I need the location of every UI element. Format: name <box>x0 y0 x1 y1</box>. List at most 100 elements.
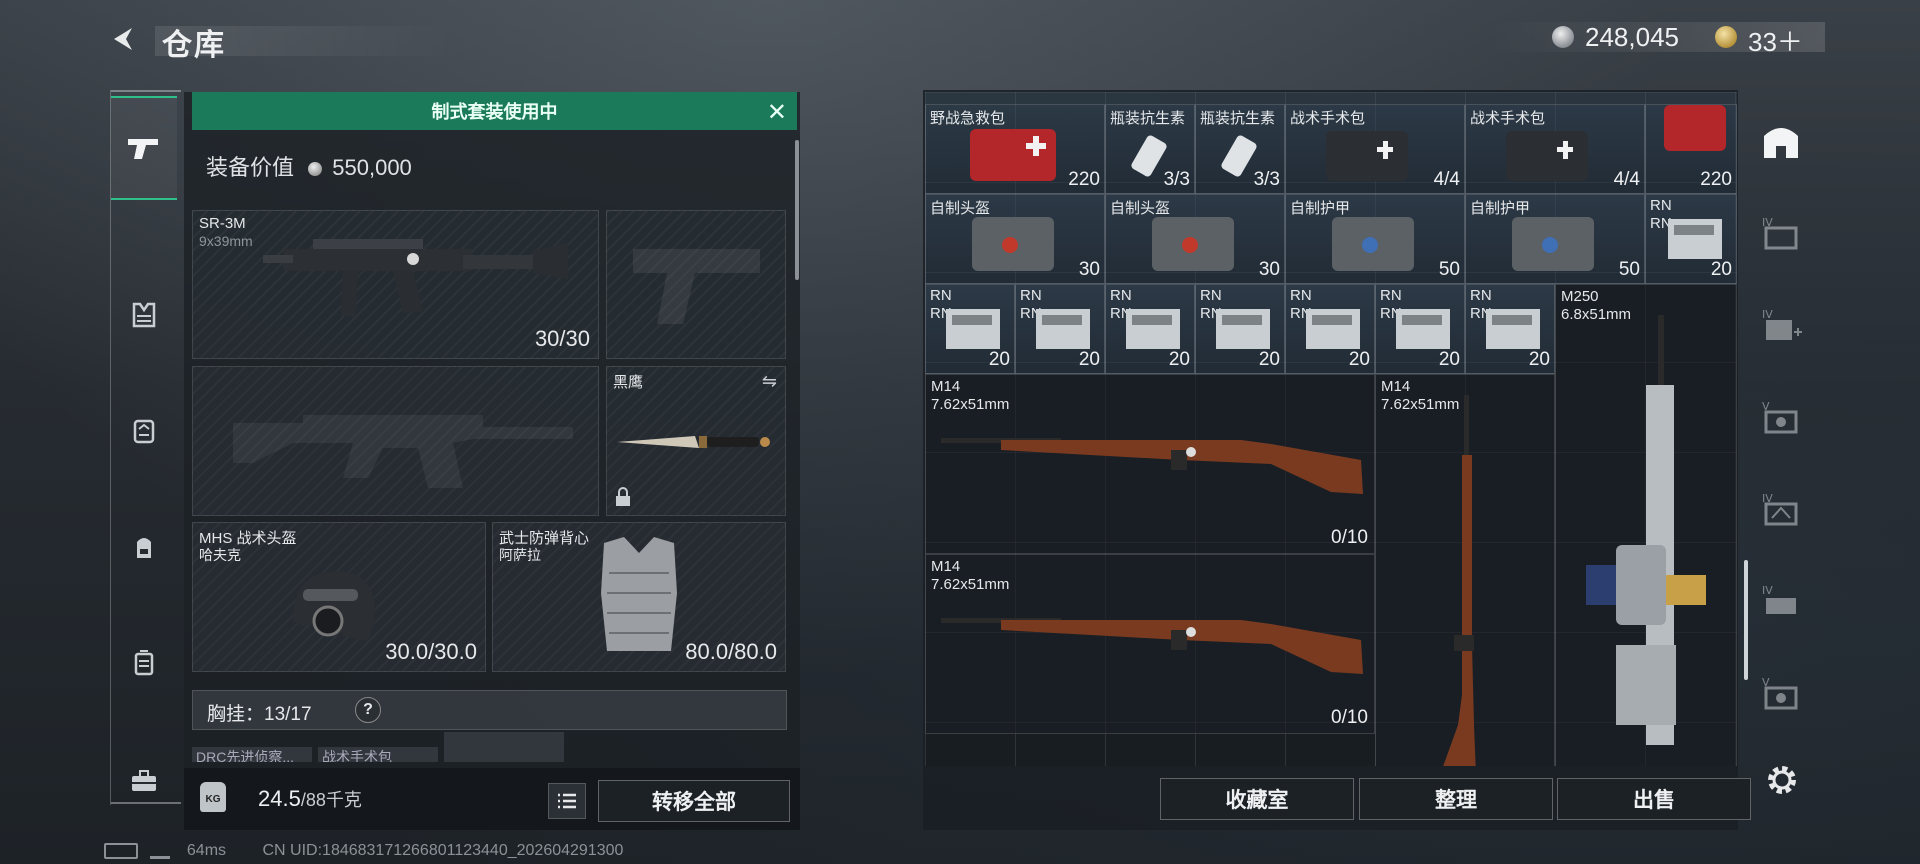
page-title: 仓库 <box>162 29 226 62</box>
tab-backpack[interactable] <box>111 502 177 592</box>
storage-iv-add-icon[interactable]: IV <box>1760 304 1802 346</box>
rig-item[interactable]: 战术手术包 <box>318 747 438 762</box>
settings-icon[interactable] <box>1764 762 1800 798</box>
armor-slot[interactable]: 武士防弹背心 阿萨拉 80.0/80.0 <box>492 522 786 672</box>
helmet-durability: 30.0/30.0 <box>385 639 477 664</box>
user-uid: CN UID:184683171266801123440_20260429130… <box>262 842 624 859</box>
vault-button[interactable]: 收藏室 <box>1160 778 1354 820</box>
ammo-box-icon <box>1126 309 1180 349</box>
item-ammo-box[interactable]: RN RN 20 <box>1285 284 1375 374</box>
item-ammo-box[interactable]: RN RN 20 <box>1015 284 1105 374</box>
item-name: M14 <box>931 558 961 575</box>
item-name: RN <box>1290 287 1312 304</box>
preset-banner: 制式套装使用中 ✕ <box>192 92 797 130</box>
chest-rig-label: 胸挂：13/17 <box>207 704 312 725</box>
item-ammo: 0/10 <box>1331 707 1368 728</box>
tab-toolbox[interactable] <box>111 736 177 826</box>
item-m14-rifle-vertical[interactable]: M14 7.62x51mm <box>1375 374 1555 766</box>
tab-case[interactable] <box>111 618 177 708</box>
item-quantity: 4/4 <box>1613 169 1640 190</box>
item-name: 瓶装抗生素 <box>1110 110 1186 127</box>
storage-iv-c-icon[interactable]: IV <box>1760 580 1802 622</box>
primary-weapon-ammo: 30/30 <box>534 326 590 351</box>
item-first-aid-kit[interactable]: 野战急救包 220 <box>925 104 1105 194</box>
helmet-icon <box>293 571 376 641</box>
item-antibiotic[interactable]: 瓶装抗生素 3/3 <box>1195 104 1285 194</box>
helmet-slot[interactable]: MHS 战术头盔 哈夫克 30.0/30.0 <box>192 522 486 672</box>
surgical-kit-icon <box>1506 131 1588 181</box>
transfer-all-button[interactable]: 转移全部 <box>598 780 790 822</box>
item-m250-lmg[interactable]: M250 6.8x51mm <box>1555 284 1737 766</box>
carry-weight-max: /88千克 <box>300 790 362 810</box>
sell-button[interactable]: 出售 <box>1557 778 1751 820</box>
item-name: M250 <box>1561 288 1599 305</box>
chest-rig-icon <box>133 419 155 444</box>
melee-slot[interactable]: 黑鹰 ⇋ <box>606 366 786 516</box>
close-icon[interactable]: ✕ <box>767 98 787 127</box>
item-quantity: 30 <box>1258 259 1280 280</box>
item-quantity: 20 <box>1348 349 1370 370</box>
back-arrow-icon[interactable] <box>108 24 138 54</box>
item-antibiotic[interactable]: 瓶装抗生素 3/3 <box>1105 104 1195 194</box>
item-surgical-kit[interactable]: 战术手术包 4/4 <box>1285 104 1465 194</box>
ping: 64ms <box>186 842 227 859</box>
primary-weapon-slot[interactable]: SR-3M 9x39mm 30/30 <box>192 210 599 359</box>
item-m14-rifle[interactable]: M14 7.62x51mm 0/10 <box>925 554 1375 734</box>
gold-balance[interactable]: 33＋ <box>1748 22 1803 59</box>
sr3m-rifle-icon <box>263 239 568 316</box>
rig-item[interactable]: DRC先进侦察... <box>192 747 312 762</box>
item-quantity: 20 <box>988 349 1010 370</box>
item-helmet[interactable]: 自制头盔 30 <box>1105 194 1285 284</box>
item-quantity: 20 <box>1438 349 1460 370</box>
item-armor[interactable]: 自制护甲 50 <box>1285 194 1465 284</box>
pistol-slot[interactable] <box>606 210 786 359</box>
ammo-box-icon <box>1486 309 1540 349</box>
item-name: M14 <box>1381 378 1411 395</box>
item-ammo-box[interactable]: RN RN 20 <box>1195 284 1285 374</box>
preset-banner-text: 制式套装使用中 <box>431 102 558 122</box>
storage-v-b-icon[interactable]: V <box>1760 672 1802 714</box>
tab-chest-rig[interactable] <box>111 386 177 476</box>
m14-rifle-icon <box>941 618 1363 674</box>
item-ammo-box[interactable]: RN RN 20 <box>1645 194 1737 284</box>
chest-rig-bar[interactable]: 胸挂：13/17 ? <box>192 690 787 730</box>
equipment-scrollbar[interactable] <box>795 140 799 280</box>
item-ammo-box[interactable]: RN RN 20 <box>1465 284 1555 374</box>
ammo-box-icon <box>1036 309 1090 349</box>
tab-armor[interactable] <box>111 270 177 360</box>
item-name: RN <box>1200 287 1222 304</box>
list-view-button[interactable] <box>548 783 586 819</box>
sort-button[interactable]: 整理 <box>1359 778 1553 820</box>
item-ammo-box[interactable]: RN RN 20 <box>1105 284 1195 374</box>
secondary-weapon-slot[interactable] <box>192 366 599 516</box>
backpack-icon <box>137 538 151 558</box>
silver-coin-small-icon <box>308 162 323 177</box>
armor-brand: 阿萨拉 <box>499 547 541 563</box>
carry-weight-value: 24.5 <box>258 786 301 811</box>
help-icon[interactable]: ? <box>355 697 381 723</box>
item-armor[interactable]: 自制护甲 50 <box>1465 194 1645 284</box>
storage-iv-b-icon[interactable]: IV <box>1760 488 1802 530</box>
swap-icon[interactable]: ⇋ <box>762 371 777 392</box>
primary-weapon-name: SR-3M <box>199 215 246 232</box>
item-ammo-box[interactable]: RN RN 20 <box>1375 284 1465 374</box>
rig-item[interactable] <box>444 732 564 762</box>
item-m14-rifle[interactable]: M14 7.62x51mm 0/10 <box>925 374 1375 554</box>
ammo-box-icon <box>1668 219 1722 259</box>
item-surgical-kit[interactable]: 战术手术包 4/4 <box>1465 104 1645 194</box>
tab-weapons[interactable] <box>111 96 177 200</box>
toolbox-icon <box>132 770 156 791</box>
item-ammo-box[interactable]: RN RN 20 <box>925 284 1015 374</box>
vest-pack-icon <box>972 217 1054 271</box>
item-helmet[interactable]: 自制头盔 30 <box>925 194 1105 284</box>
storage-iv-icon[interactable]: IV <box>1760 212 1802 254</box>
vest-pack-icon <box>1332 217 1414 271</box>
primary-weapon-caliber: 9x39mm <box>199 233 253 249</box>
storage-v-icon[interactable]: V <box>1760 396 1802 438</box>
gold-coin-icon <box>1715 26 1737 48</box>
chest-rig-items: DRC先进侦察... 战术手术包 <box>192 732 692 762</box>
item-name: M14 <box>931 378 961 395</box>
item-name: RN <box>1380 287 1402 304</box>
item-first-aid-kit[interactable]: 220 <box>1645 104 1737 194</box>
safe-house-icon[interactable] <box>1760 120 1802 162</box>
